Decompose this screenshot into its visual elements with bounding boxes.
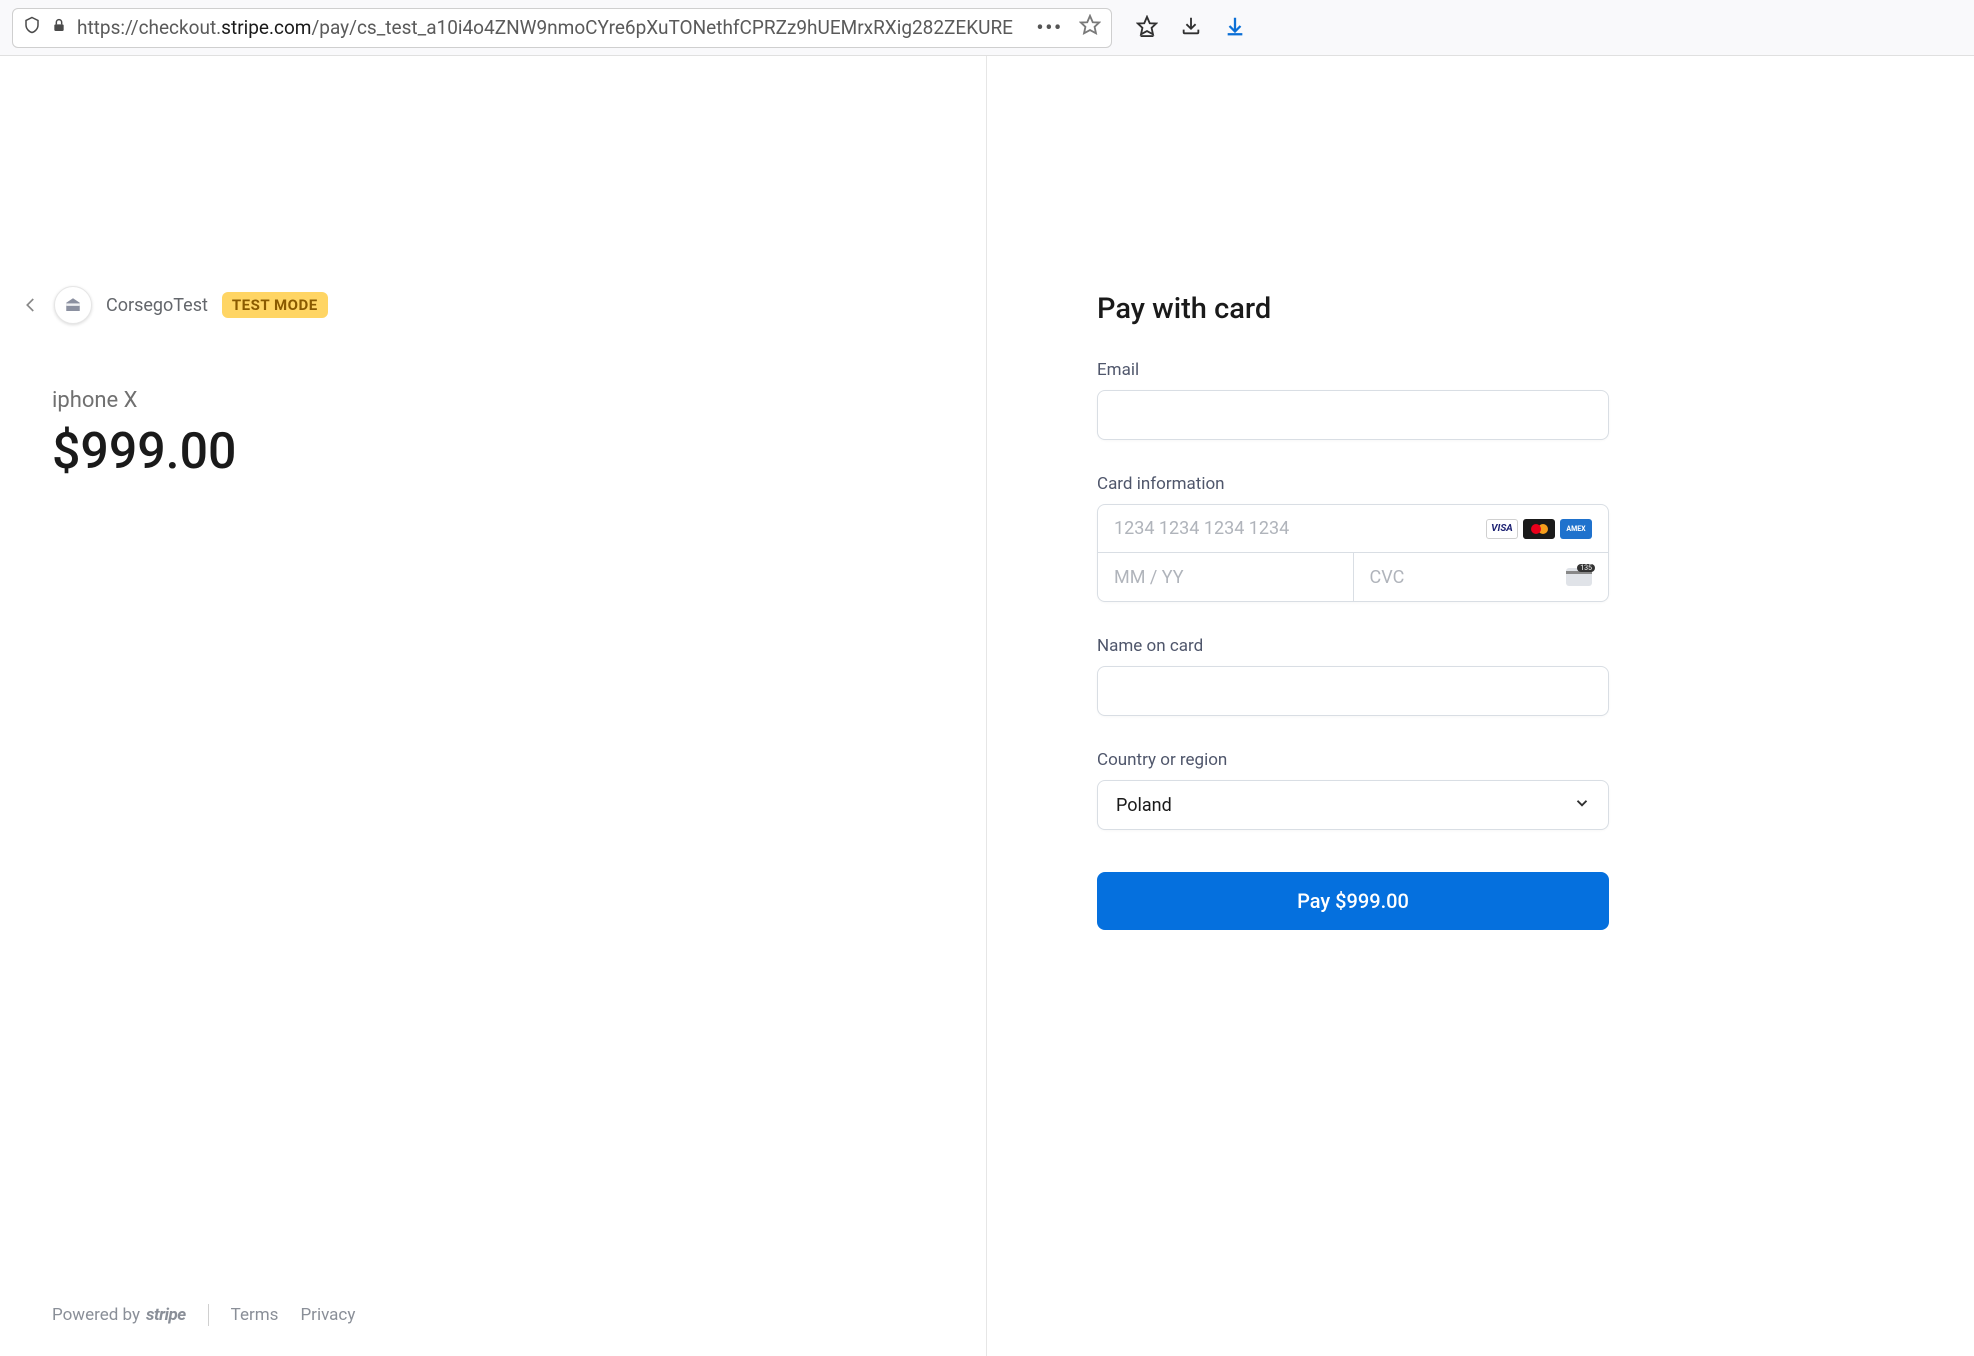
product-name: iphone X	[52, 388, 986, 413]
footer: Powered by stripe Terms Privacy	[52, 1304, 355, 1326]
card-bottom-row: 135	[1098, 553, 1608, 601]
payment-form: Pay with card Email Card information VIS…	[1097, 292, 1609, 930]
cvc-card-icon: 135	[1566, 568, 1592, 586]
country-select[interactable]: Poland	[1097, 780, 1609, 830]
download-arrow-icon[interactable]	[1224, 15, 1246, 41]
country-label: Country or region	[1097, 750, 1609, 770]
url-text: https://checkout.stripe.com/pay/cs_test_…	[77, 16, 1027, 39]
shield-icon	[23, 15, 41, 40]
pay-button[interactable]: Pay $999.00	[1097, 872, 1609, 930]
card-info-label: Card information	[1097, 474, 1609, 494]
visa-icon: VISA	[1486, 519, 1518, 539]
card-brand-icons: VISA AMEX	[1486, 519, 1592, 539]
powered-by-stripe[interactable]: Powered by stripe	[52, 1305, 186, 1325]
meatballs-icon[interactable]: •••	[1037, 16, 1063, 39]
summary-pane: CorsegoTest TEST MODE iphone X $999.00 P…	[0, 56, 987, 1356]
lock-icon	[51, 16, 67, 39]
card-number-field[interactable]	[1114, 518, 1486, 539]
email-field[interactable]	[1097, 390, 1609, 440]
amex-icon: AMEX	[1560, 519, 1592, 539]
test-mode-badge: TEST MODE	[222, 292, 328, 318]
expiry-row	[1098, 553, 1354, 601]
name-on-card-field[interactable]	[1097, 666, 1609, 716]
terms-link[interactable]: Terms	[231, 1305, 279, 1325]
expiry-field[interactable]	[1114, 567, 1337, 588]
card-group: VISA AMEX 135	[1097, 504, 1609, 602]
payment-pane: Pay with card Email Card information VIS…	[987, 56, 1974, 1356]
merchant-header: CorsegoTest TEST MODE	[0, 286, 986, 324]
product-summary: iphone X $999.00	[0, 388, 986, 481]
name-on-card-label: Name on card	[1097, 636, 1609, 656]
card-number-row: VISA AMEX	[1098, 505, 1608, 553]
back-arrow-icon[interactable]	[22, 296, 40, 314]
privacy-link[interactable]: Privacy	[300, 1305, 355, 1325]
checkout-page: CorsegoTest TEST MODE iphone X $999.00 P…	[0, 56, 1974, 1356]
browser-address-bar: https://checkout.stripe.com/pay/cs_test_…	[0, 0, 1974, 56]
form-title: Pay with card	[1097, 292, 1609, 326]
email-label: Email	[1097, 360, 1609, 380]
footer-divider	[208, 1304, 209, 1326]
stripe-logo-icon: stripe	[146, 1305, 186, 1325]
merchant-name: CorsegoTest	[106, 295, 208, 316]
country-select-wrap: Poland	[1097, 780, 1609, 830]
product-price: $999.00	[52, 423, 986, 481]
powered-by-label: Powered by	[52, 1305, 140, 1325]
download-tray-icon[interactable]	[1180, 15, 1202, 41]
cvc-row: 135	[1354, 553, 1609, 601]
mastercard-icon	[1523, 519, 1555, 539]
cvc-field[interactable]	[1370, 567, 1566, 588]
merchant-avatar-icon	[54, 286, 92, 324]
bookmark-star-icon[interactable]	[1079, 14, 1101, 41]
browser-right-controls	[1136, 15, 1246, 41]
bookmark-menu-icon[interactable]	[1136, 15, 1158, 41]
address-box[interactable]: https://checkout.stripe.com/pay/cs_test_…	[12, 8, 1112, 48]
